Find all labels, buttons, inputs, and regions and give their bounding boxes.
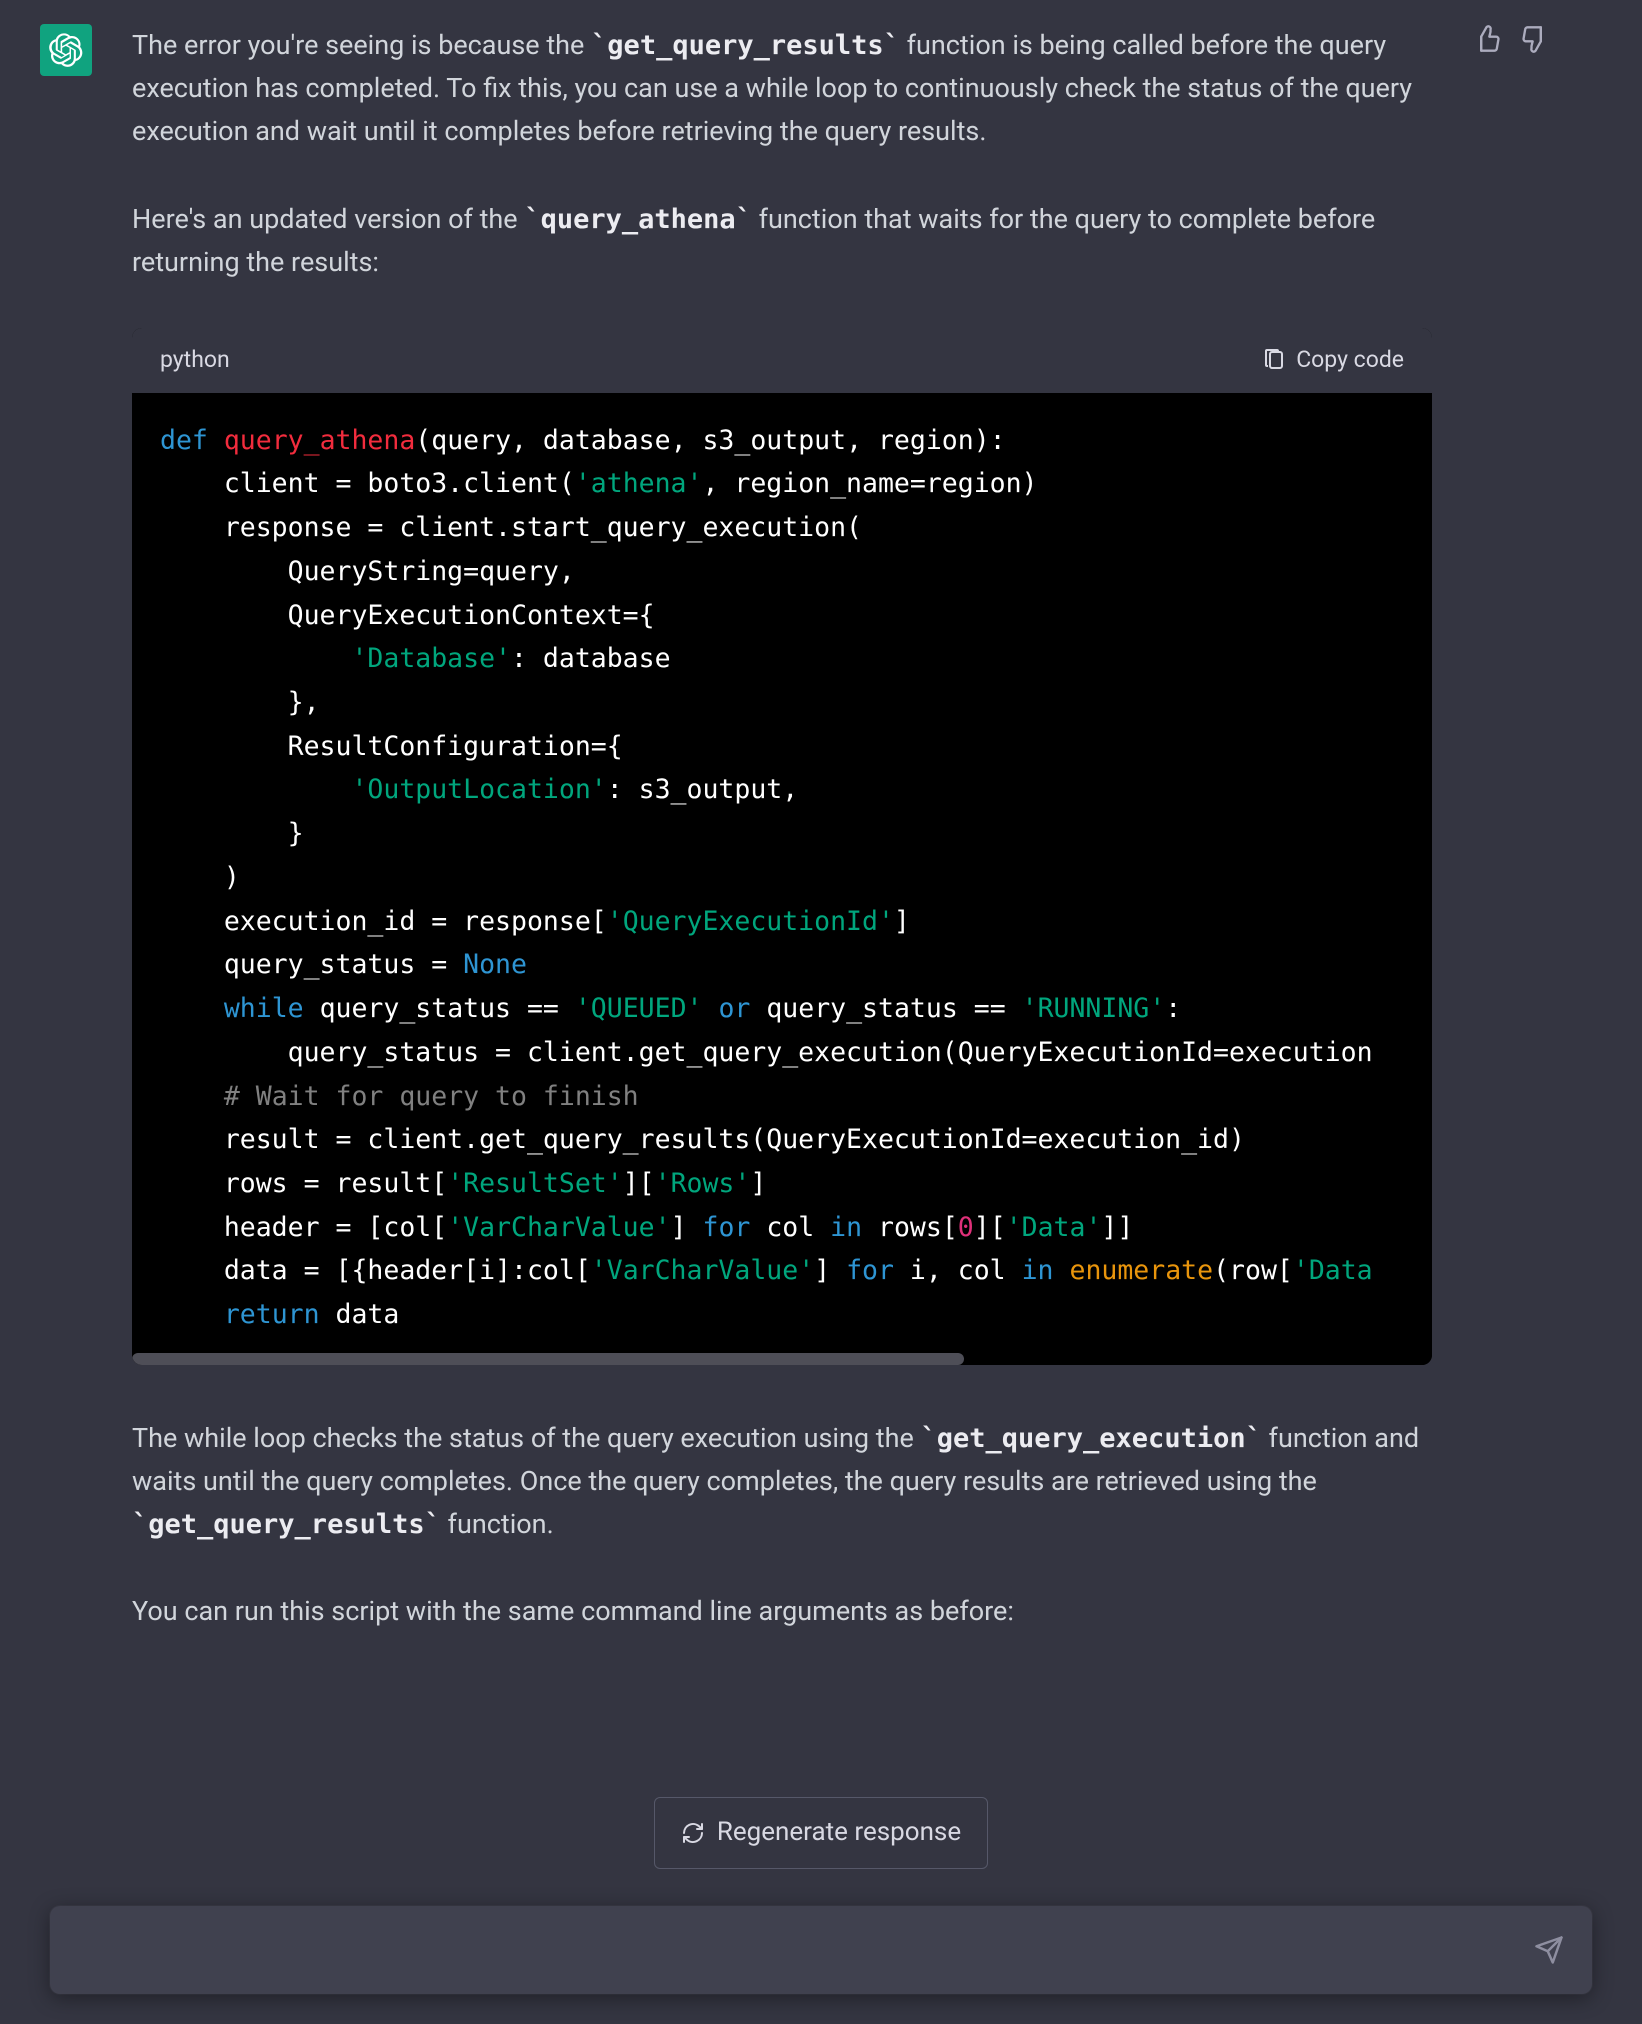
send-icon	[1534, 1935, 1564, 1965]
thumbs-down-button[interactable]	[1520, 24, 1550, 54]
scrollbar-thumb[interactable]	[132, 1353, 964, 1365]
chat-input-bar[interactable]	[50, 1906, 1592, 1994]
regenerate-label: Regenerate response	[717, 1812, 961, 1854]
code-content: def query_athena(query, database, s3_out…	[132, 393, 1432, 1365]
code-language-label: python	[160, 342, 230, 379]
text: Here's an updated version of the	[132, 203, 524, 235]
thumbs-down-icon	[1521, 25, 1549, 53]
text: function.	[441, 1508, 554, 1540]
send-button[interactable]	[1532, 1933, 1566, 1967]
regenerate-wrapper: Regenerate response	[0, 1797, 1642, 1869]
inline-code: `query_athena`	[524, 204, 752, 235]
paragraph-4: You can run this script with the same co…	[132, 1590, 1432, 1633]
code-header: python Copy code	[132, 328, 1432, 393]
inline-code: `get_query_execution`	[920, 1423, 1261, 1454]
assistant-message: The error you're seeing is because the `…	[0, 0, 1642, 1718]
copy-code-label: Copy code	[1296, 342, 1404, 379]
message-actions	[1472, 24, 1550, 1678]
openai-logo-icon	[49, 33, 83, 67]
message-content: The error you're seeing is because the `…	[132, 24, 1432, 1678]
thumbs-up-button[interactable]	[1472, 24, 1502, 54]
paragraph-3: The while loop checks the status of the …	[132, 1417, 1432, 1547]
horizontal-scrollbar[interactable]	[132, 1353, 1432, 1365]
inline-code: `get_query_results`	[591, 30, 900, 61]
text: The error you're seeing is because the	[132, 29, 591, 61]
refresh-icon	[681, 1821, 705, 1845]
copy-code-button[interactable]: Copy code	[1262, 342, 1404, 379]
code-block: python Copy code def query_athena(query,…	[132, 328, 1432, 1365]
inline-code: `get_query_results`	[132, 1509, 441, 1540]
assistant-avatar	[40, 24, 92, 76]
regenerate-button[interactable]: Regenerate response	[654, 1797, 988, 1869]
clipboard-icon	[1262, 348, 1286, 372]
paragraph-1: The error you're seeing is because the `…	[132, 24, 1432, 154]
chat-input[interactable]	[76, 1935, 1532, 1966]
paragraph-2: Here's an updated version of the `query_…	[132, 198, 1432, 284]
text: The while loop checks the status of the …	[132, 1422, 920, 1454]
thumbs-up-icon	[1473, 25, 1501, 53]
